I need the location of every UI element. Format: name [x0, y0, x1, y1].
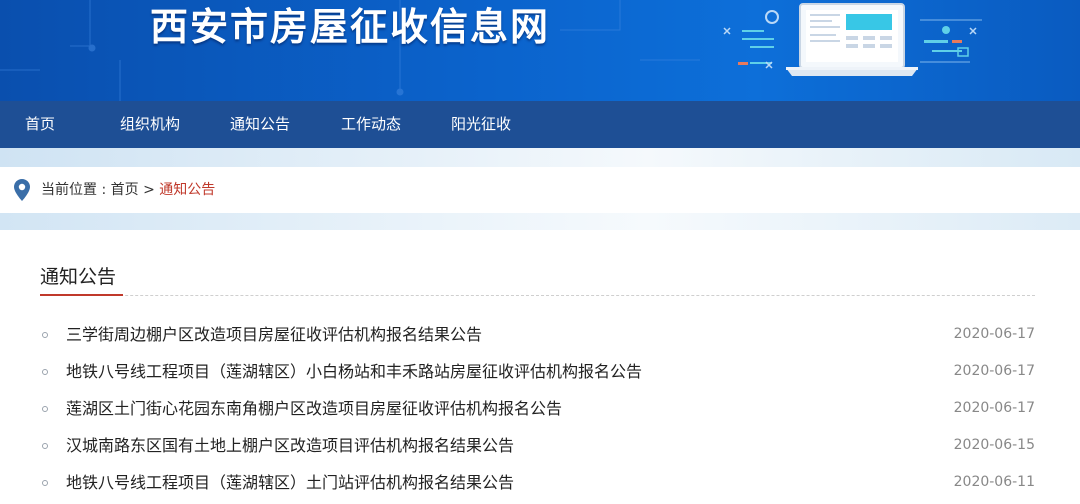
notice-title-link[interactable]: 地铁八号线工程项目（莲湖辖区）小白杨站和丰禾路站房屋征收评估机构报名公告	[66, 353, 642, 390]
notice-date: 2020-06-17	[953, 326, 1035, 342]
bullet-circle-icon	[42, 332, 48, 338]
breadcrumb-home-link[interactable]: 首页	[111, 182, 139, 198]
notice-list-item[interactable]: 汉城南路东区国有土地上棚户区改造项目评估机构报名结果公告 2020-06-15	[40, 427, 1035, 464]
bullet-circle-icon	[42, 480, 48, 486]
nav-item-home[interactable]: 首页	[25, 101, 55, 148]
notice-date: 2020-06-11	[953, 474, 1035, 490]
notice-title-link[interactable]: 地铁八号线工程项目（莲湖辖区）土门站评估机构报名结果公告	[66, 464, 514, 501]
laptop-illustration-icon	[723, 3, 982, 76]
nav-item-work-news[interactable]: 工作动态	[341, 101, 401, 148]
breadcrumb-current: 通知公告	[159, 182, 216, 198]
nav-item-sunshine-expropriation[interactable]: 阳光征收	[451, 101, 511, 148]
notice-title-link[interactable]: 莲湖区土门街心花园东南角棚户区改造项目房屋征收评估机构报名公告	[66, 390, 562, 427]
notice-section: 通知公告 三学街周边棚户区改造项目房屋征收评估机构报名结果公告 2020-06-…	[0, 230, 1080, 504]
section-title-underline	[40, 294, 123, 296]
header-banner: 西安市房屋征收信息网	[0, 0, 1080, 101]
site-title: 西安市房屋征收信息网	[150, 5, 551, 49]
section-divider	[40, 295, 1035, 296]
notice-date: 2020-06-17	[953, 363, 1035, 379]
notice-list-item[interactable]: 地铁八号线工程项目（莲湖辖区）小白杨站和丰禾路站房屋征收评估机构报名公告 202…	[40, 353, 1035, 390]
bullet-circle-icon	[42, 406, 48, 412]
notice-date: 2020-06-15	[953, 437, 1035, 453]
nav-item-organization[interactable]: 组织机构	[120, 101, 180, 148]
main-nav: 首页 组织机构 通知公告 工作动态 阳光征收	[0, 101, 1080, 148]
notice-list: 三学街周边棚户区改造项目房屋征收评估机构报名结果公告 2020-06-17 地铁…	[40, 316, 1035, 501]
breadcrumb-band-bottom	[0, 213, 1080, 230]
notice-list-item[interactable]: 地铁八号线工程项目（莲湖辖区）土门站评估机构报名结果公告 2020-06-11	[40, 464, 1035, 501]
bullet-circle-icon	[42, 443, 48, 449]
notice-list-item[interactable]: 三学街周边棚户区改造项目房屋征收评估机构报名结果公告 2020-06-17	[40, 316, 1035, 353]
nav-item-notices[interactable]: 通知公告	[230, 101, 290, 148]
location-pin-icon	[14, 179, 30, 201]
notice-date: 2020-06-17	[953, 400, 1035, 416]
nav-items: 首页 组织机构 通知公告 工作动态 阳光征收	[0, 101, 1080, 148]
section-title: 通知公告	[40, 266, 117, 288]
breadcrumb-prefix: 当前位置 :	[41, 182, 111, 198]
notice-title-link[interactable]: 三学街周边棚户区改造项目房屋征收评估机构报名结果公告	[66, 316, 482, 353]
notice-title-link[interactable]: 汉城南路东区国有土地上棚户区改造项目评估机构报名结果公告	[66, 427, 514, 464]
breadcrumb: 当前位置 : 首页 > 通知公告	[0, 167, 1080, 213]
bullet-circle-icon	[42, 369, 48, 375]
notice-list-item[interactable]: 莲湖区土门街心花园东南角棚户区改造项目房屋征收评估机构报名公告 2020-06-…	[40, 390, 1035, 427]
breadcrumb-band-top	[0, 148, 1080, 167]
breadcrumb-separator: >	[138, 182, 160, 198]
breadcrumb-trail: 当前位置 : 首页 > 通知公告	[41, 167, 215, 213]
